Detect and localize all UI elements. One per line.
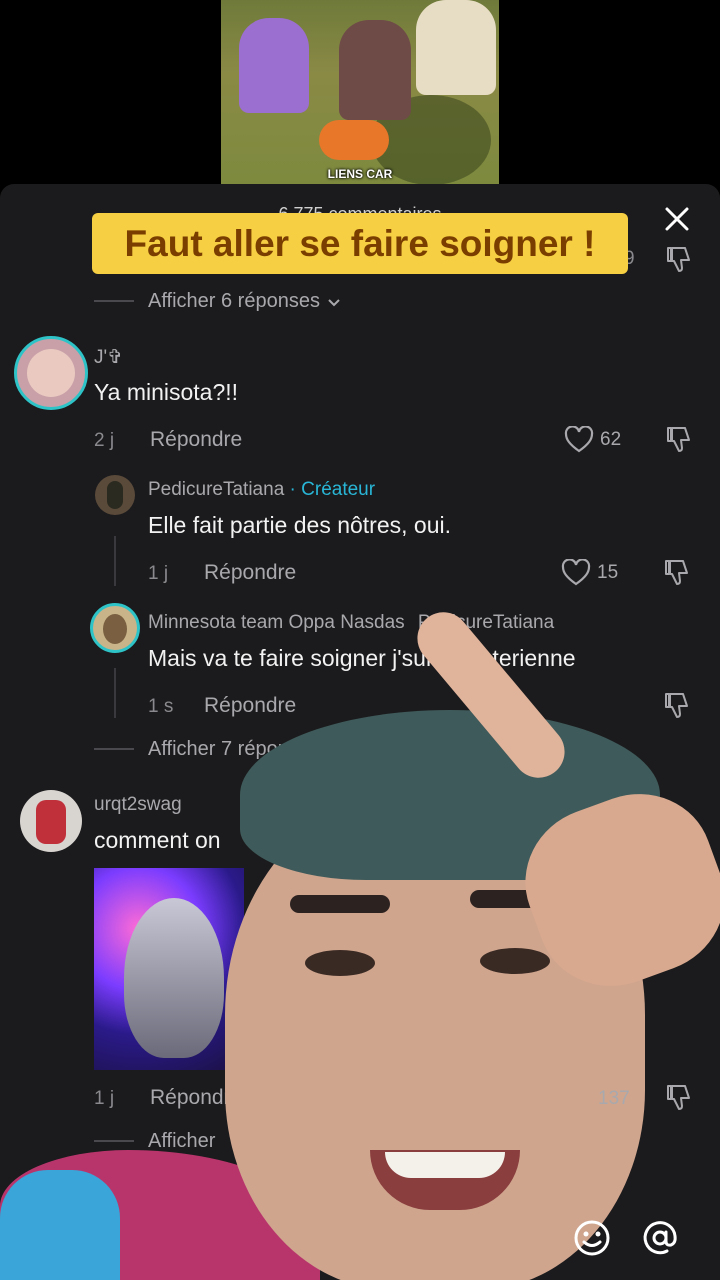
teeth (385, 1152, 505, 1178)
comment-time: 1 j (94, 1088, 115, 1109)
creator-video-overlay (0, 601, 720, 1280)
reply-username: PedicureTatiana (148, 479, 285, 500)
show-replies-button[interactable]: Afficher 6 réponses (148, 290, 342, 313)
separator-line (94, 748, 134, 750)
video-caption: LIENS CAR (327, 167, 393, 181)
avatar[interactable] (90, 603, 140, 653)
chevron-down-icon (326, 294, 342, 310)
reply-time: 1 j (148, 563, 169, 584)
like-count: 137 (598, 1088, 630, 1109)
comment-username[interactable]: urqt2swag (94, 794, 182, 816)
dislike-icon[interactable] (664, 424, 694, 454)
comment-time: 2 j (94, 430, 115, 451)
video-person (339, 20, 411, 120)
comment-username[interactable]: J'✞ (94, 346, 123, 369)
shirt (0, 1170, 120, 1280)
avatar-jersey (36, 800, 66, 844)
eyebrow (290, 895, 390, 913)
dislike-icon[interactable] (664, 244, 694, 274)
mention-icon[interactable] (640, 1218, 680, 1258)
creator-badge: · Créateur (289, 479, 376, 500)
reply-username: Minnesota team Oppa Nasdas (148, 612, 405, 633)
thread-line (114, 536, 116, 586)
close-icon[interactable] (660, 202, 694, 236)
dislike-icon[interactable] (662, 557, 692, 587)
thread-line (114, 668, 116, 718)
video-person (416, 0, 496, 95)
avatar[interactable] (14, 336, 88, 410)
eye (480, 948, 550, 974)
video-fox-tail (319, 120, 389, 160)
like-button[interactable]: 62 (564, 426, 621, 454)
heart-icon (564, 426, 594, 454)
like-count: 15 (597, 562, 619, 583)
reply-text: Mais va te faire soigner j'suis pas teri… (148, 645, 576, 671)
separator-line (94, 1140, 134, 1142)
avatar-figure (107, 481, 123, 509)
avatar[interactable] (20, 790, 82, 852)
video-person (239, 18, 309, 113)
reply-text: Elle fait partie des nôtres, oui. (148, 512, 451, 538)
reply-time: 1 s (148, 696, 174, 717)
comment-text: Ya minisota?!! (94, 379, 239, 405)
avatar-face (27, 349, 75, 397)
avatar-figure (103, 614, 127, 644)
eye (305, 950, 375, 976)
video-preview[interactable]: LIENS CAR (221, 0, 499, 184)
reply-username-line[interactable]: Minnesota team Oppa Nasdas PedicureTatia… (148, 612, 554, 634)
like-button[interactable]: 15 (561, 559, 618, 587)
heart-icon (561, 559, 591, 587)
reply-username-line[interactable]: PedicureTatiana · Créateur (148, 479, 375, 501)
reply-button[interactable]: Répondre (204, 561, 296, 585)
emoji-icon[interactable] (572, 1218, 612, 1258)
separator-line (94, 300, 134, 302)
dislike-icon[interactable] (664, 1082, 694, 1112)
avatar[interactable] (95, 475, 135, 515)
show-replies-label: Afficher 6 réponses (148, 290, 320, 312)
reply-button[interactable]: Répondre (150, 428, 242, 452)
video-text-overlay: Faut aller se faire soigner ! (92, 213, 628, 274)
like-count: 62 (600, 429, 622, 450)
